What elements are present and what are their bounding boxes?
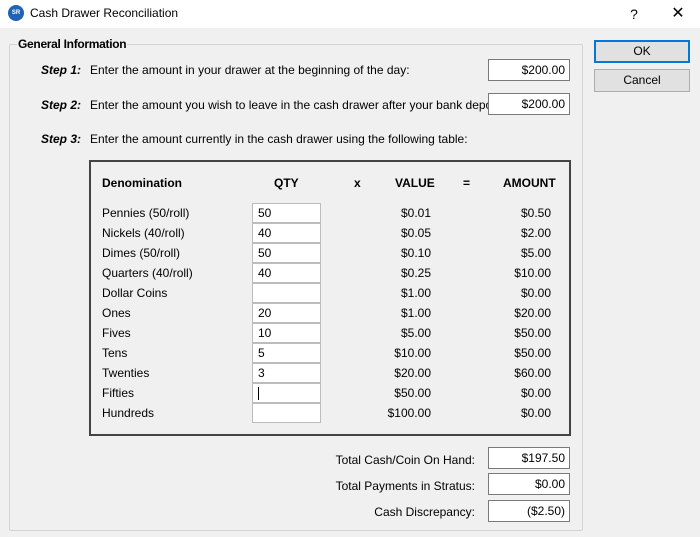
value-cell: $0.01 — [400, 206, 431, 220]
qty-input-fives[interactable]: 10 — [252, 323, 321, 343]
value-cell: $50.00 — [394, 386, 431, 400]
denomination-table: Denomination QTY x VALUE = AMOUNT Pennie… — [89, 160, 571, 436]
amount-cell: $0.00 — [520, 386, 551, 400]
qty-input-dimes[interactable]: 50 — [252, 243, 321, 263]
denomination-label: Dimes (50/roll) — [102, 246, 181, 260]
table-row: Hundreds $100.00 $0.00 — [91, 403, 569, 423]
starting-amount-input[interactable]: $200.00 — [488, 59, 570, 81]
cash-discrepancy-field: ($2.50) — [488, 500, 570, 522]
amount-cell: $2.00 — [520, 226, 551, 240]
amount-cell: $0.00 — [520, 406, 551, 420]
table-row: Pennies (50/roll) 50 $0.01 $0.50 — [91, 203, 569, 223]
denomination-label: Fives — [102, 326, 131, 340]
denomination-label: Dollar Coins — [102, 286, 168, 300]
qty-input-dollar-coins[interactable] — [252, 283, 321, 303]
value-cell: $0.05 — [400, 226, 431, 240]
close-button[interactable]: ✕ — [666, 4, 690, 24]
header-value: VALUE — [395, 176, 435, 190]
text-cursor — [258, 387, 259, 401]
qty-input-quarters[interactable]: 40 — [252, 263, 321, 283]
denomination-label: Nickels (40/roll) — [102, 226, 185, 240]
table-row: Fives 10 $5.00 $50.00 — [91, 323, 569, 343]
table-row: Nickels (40/roll) 40 $0.05 $2.00 — [91, 223, 569, 243]
qty-input-pennies[interactable]: 50 — [252, 203, 321, 223]
table-row: Dollar Coins $1.00 $0.00 — [91, 283, 569, 303]
header-amount: AMOUNT — [503, 176, 556, 190]
total-payments-field: $0.00 — [488, 473, 570, 495]
amount-cell: $20.00 — [514, 306, 551, 320]
qty-input-hundreds[interactable] — [252, 403, 321, 423]
title-bar: SR Cash Drawer Reconciliation ? ✕ — [0, 0, 700, 28]
value-cell: $0.25 — [400, 266, 431, 280]
header-equals: = — [463, 176, 471, 190]
total-payments-label: Total Payments in Stratus: — [335, 479, 475, 493]
denomination-label: Fifties — [102, 386, 135, 400]
cancel-button[interactable]: Cancel — [594, 69, 690, 92]
leave-amount-input[interactable]: $200.00 — [488, 93, 570, 115]
total-cash-field: $197.50 — [488, 447, 570, 469]
qty-input-fifties[interactable] — [252, 383, 321, 403]
denomination-label: Hundreds — [102, 406, 155, 420]
value-cell: $0.10 — [400, 246, 431, 260]
step3-label: Step 3: — [41, 132, 82, 146]
amount-cell: $60.00 — [514, 366, 551, 380]
step2-text: Enter the amount you wish to leave in th… — [90, 98, 508, 112]
table-row: Dimes (50/roll) 50 $0.10 $5.00 — [91, 243, 569, 263]
qty-input-tens[interactable]: 5 — [252, 343, 321, 363]
amount-cell: $5.00 — [520, 246, 551, 260]
table-row: Tens 5 $10.00 $50.00 — [91, 343, 569, 363]
table-row: Fifties $50.00 $0.00 — [91, 383, 569, 403]
qty-input-nickels[interactable]: 40 — [252, 223, 321, 243]
header-qty: QTY — [274, 176, 299, 190]
table-row: Twenties 3 $20.00 $60.00 — [91, 363, 569, 383]
denomination-label: Pennies (50/roll) — [102, 206, 190, 220]
amount-cell: $0.50 — [520, 206, 551, 220]
step2-label: Step 2: — [41, 98, 82, 112]
denomination-label: Tens — [102, 346, 128, 360]
value-cell: $1.00 — [400, 306, 431, 320]
help-button[interactable]: ? — [622, 4, 646, 24]
ok-button[interactable]: OK — [594, 40, 690, 63]
header-denomination: Denomination — [102, 176, 182, 190]
app-icon: SR — [8, 5, 24, 21]
amount-cell: $50.00 — [514, 346, 551, 360]
value-cell: $10.00 — [394, 346, 431, 360]
step3-text: Enter the amount currently in the cash d… — [90, 132, 468, 146]
group-title: General Information — [17, 37, 128, 51]
denomination-label: Quarters (40/roll) — [102, 266, 193, 280]
qty-input-twenties[interactable]: 3 — [252, 363, 321, 383]
amount-cell: $50.00 — [514, 326, 551, 340]
value-cell: $5.00 — [400, 326, 431, 340]
window-title: Cash Drawer Reconciliation — [30, 6, 179, 20]
amount-cell: $0.00 — [520, 286, 551, 300]
step1-label: Step 1: — [41, 63, 82, 77]
header-x: x — [354, 176, 361, 190]
step1-text: Enter the amount in your drawer at the b… — [90, 63, 410, 77]
total-cash-label: Total Cash/Coin On Hand: — [335, 453, 475, 467]
denomination-label: Twenties — [102, 366, 150, 380]
value-cell: $20.00 — [394, 366, 431, 380]
denomination-label: Ones — [102, 306, 131, 320]
value-cell: $100.00 — [387, 406, 431, 420]
value-cell: $1.00 — [400, 286, 431, 300]
table-row: Ones 20 $1.00 $20.00 — [91, 303, 569, 323]
table-row: Quarters (40/roll) 40 $0.25 $10.00 — [91, 263, 569, 283]
amount-cell: $10.00 — [514, 266, 551, 280]
cash-discrepancy-label: Cash Discrepancy: — [374, 505, 475, 519]
qty-input-ones[interactable]: 20 — [252, 303, 321, 323]
